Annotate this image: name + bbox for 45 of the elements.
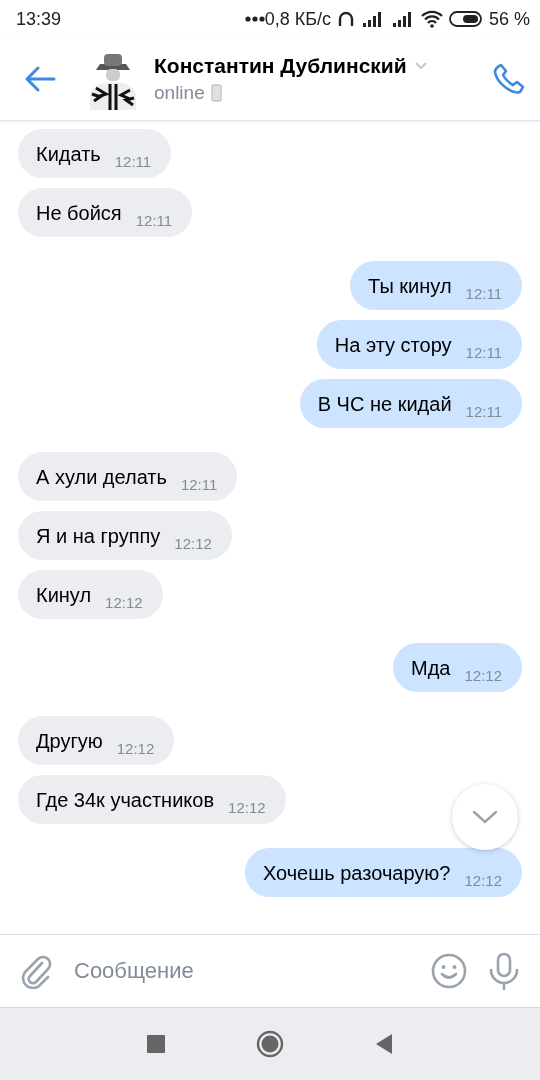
message-text: Кинул xyxy=(36,584,92,607)
wifi-icon xyxy=(420,10,443,28)
message-time: 12:11 xyxy=(180,476,218,493)
clock-time: 13:39 xyxy=(16,8,62,30)
message-text: Не бойся xyxy=(36,202,122,225)
phone-device-icon xyxy=(210,84,222,102)
battery-percent: 56 % xyxy=(488,8,530,30)
network-speed: 0,8 КБ/с xyxy=(264,8,331,30)
chevron-down-icon xyxy=(472,810,498,824)
message-text: Кидать xyxy=(36,143,101,166)
back-button[interactable] xyxy=(24,65,56,93)
microphone-icon[interactable] xyxy=(488,952,520,990)
smiley-icon[interactable] xyxy=(430,952,468,990)
message-time: 12:12 xyxy=(116,740,155,757)
message-time: 12:12 xyxy=(464,872,502,889)
home-button[interactable] xyxy=(256,1030,284,1058)
message-text: Другую xyxy=(36,730,103,753)
message-time: 12:11 xyxy=(135,212,173,229)
more-dots-icon xyxy=(244,16,265,22)
back-nav-button[interactable] xyxy=(374,1033,394,1055)
message-time: 12:11 xyxy=(114,153,152,170)
message-text: Ты кинул xyxy=(368,275,452,298)
message-time: 12:11 xyxy=(465,344,502,361)
message-time: 12:12 xyxy=(464,667,502,684)
message-input[interactable]: Сообщение xyxy=(72,957,410,985)
message-time: 12:12 xyxy=(174,535,212,552)
message-text: В ЧС не кидай xyxy=(317,393,452,416)
call-button[interactable] xyxy=(492,62,526,96)
message-time: 12:12 xyxy=(105,594,143,611)
online-status: online xyxy=(154,82,205,104)
message-time: 12:11 xyxy=(465,285,502,302)
message-time: 12:11 xyxy=(465,403,502,420)
headphones-icon xyxy=(336,10,355,28)
message-time: 12:12 xyxy=(228,799,266,816)
chevron-down-icon xyxy=(414,62,427,70)
message-text: Где 34к участников xyxy=(36,789,215,812)
message-text: А хули делать xyxy=(36,466,167,489)
attach-icon[interactable] xyxy=(20,953,52,989)
recents-button[interactable] xyxy=(146,1034,166,1054)
message-text: Я и на группу xyxy=(36,525,161,548)
contact-name: Константин Дублинский xyxy=(154,54,407,78)
battery-icon xyxy=(448,10,483,28)
message-text: Хочешь разочарую? xyxy=(262,862,451,885)
message-text: Мда xyxy=(411,657,451,680)
message-text: На эту стору xyxy=(334,334,452,357)
